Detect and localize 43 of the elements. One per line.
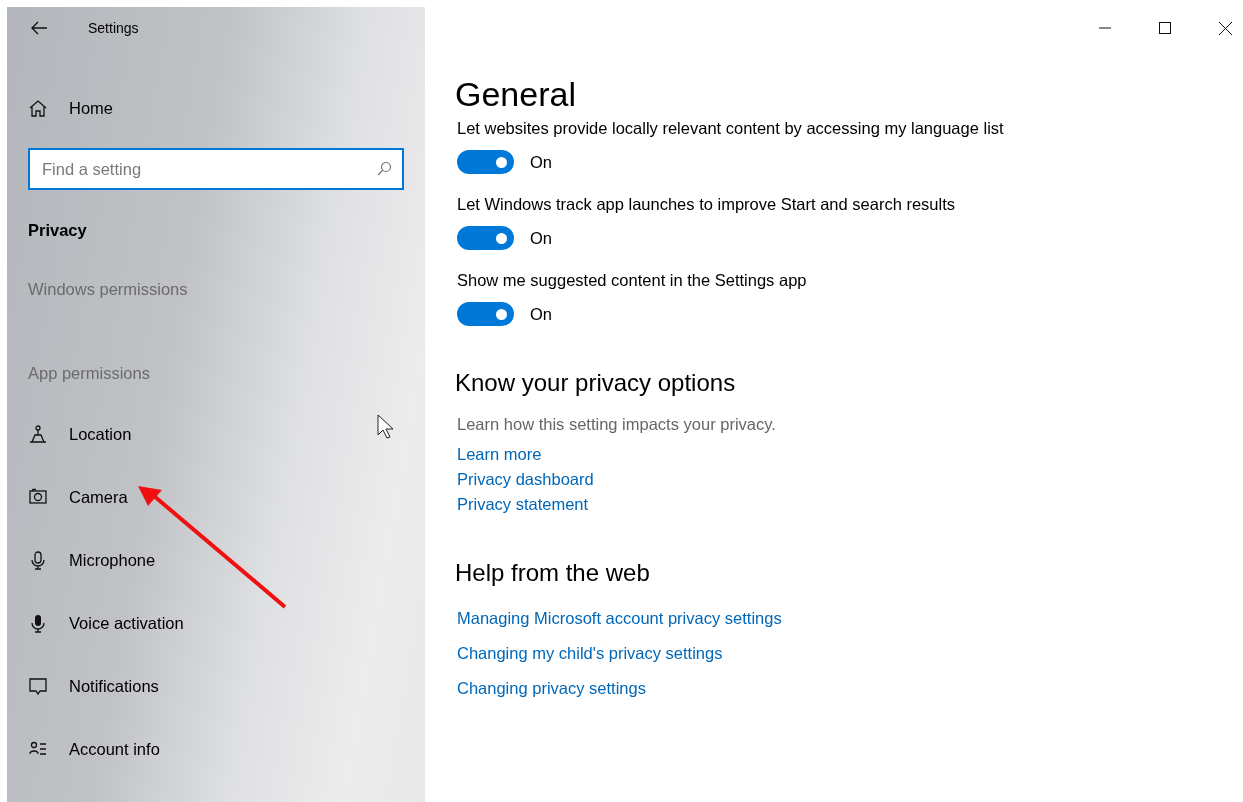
- page-heading: General: [455, 74, 577, 114]
- section-heading: Help from the web: [455, 558, 651, 588]
- minimize-icon: [1099, 27, 1111, 29]
- help-link[interactable]: Learn more: [457, 445, 542, 464]
- help-link[interactable]: Changing my child's privacy settings: [457, 644, 723, 663]
- toggle-switch[interactable]: [457, 150, 514, 174]
- group-heading: App permissions: [28, 364, 151, 383]
- group-heading: Windows permissions: [28, 280, 189, 299]
- location-icon: [28, 424, 48, 444]
- home-nav-item[interactable]: Home: [28, 93, 113, 123]
- setting-label: Let Windows track app launches to improve Start and search results: [457, 194, 956, 215]
- help-link[interactable]: Privacy dashboard: [457, 470, 594, 489]
- section-heading: Know your privacy options: [455, 368, 737, 398]
- toggle-switch[interactable]: [457, 302, 514, 326]
- search-icon: [376, 161, 392, 177]
- toggle-state: On: [530, 304, 552, 324]
- mouse-cursor-icon: [377, 414, 395, 440]
- sidebar-item[interactable]: Location: [28, 419, 132, 449]
- camera-icon: [28, 487, 48, 507]
- section-title: Privacy: [28, 221, 88, 240]
- speech-bubble-icon: [28, 676, 48, 696]
- close-icon: [1218, 21, 1232, 35]
- microphone-icon: [28, 613, 48, 633]
- sidebar-item[interactable]: Notifications: [28, 671, 159, 701]
- sidebar-item[interactable]: Camera: [28, 482, 128, 512]
- help-link[interactable]: Changing privacy settings: [457, 679, 646, 698]
- maximize-icon: [1159, 22, 1171, 34]
- setting-label: Show me suggested content in the Settings app: [457, 270, 808, 291]
- sidebar-item[interactable]: Voice activation: [28, 608, 184, 638]
- help-link[interactable]: Privacy statement: [457, 495, 589, 514]
- toggle-switch[interactable]: [457, 226, 514, 250]
- back-arrow-icon: [30, 21, 48, 35]
- setting-label: Let websites provide locally relevant content by accessing my language list: [457, 118, 1005, 139]
- home-icon: [28, 98, 48, 118]
- sidebar-item[interactable]: Account info: [28, 734, 160, 764]
- sidebar-item[interactable]: Microphone: [28, 545, 156, 575]
- help-link[interactable]: Managing Microsoft account privacy settings: [457, 609, 782, 628]
- section-description: Learn how this setting impacts your privacy.: [457, 415, 777, 434]
- search-field[interactable]: Find a setting: [28, 148, 404, 190]
- toggle-state: On: [530, 152, 552, 172]
- microphone-icon: [28, 550, 48, 570]
- toggle-state: On: [530, 228, 552, 248]
- window-title: Settings: [88, 20, 139, 36]
